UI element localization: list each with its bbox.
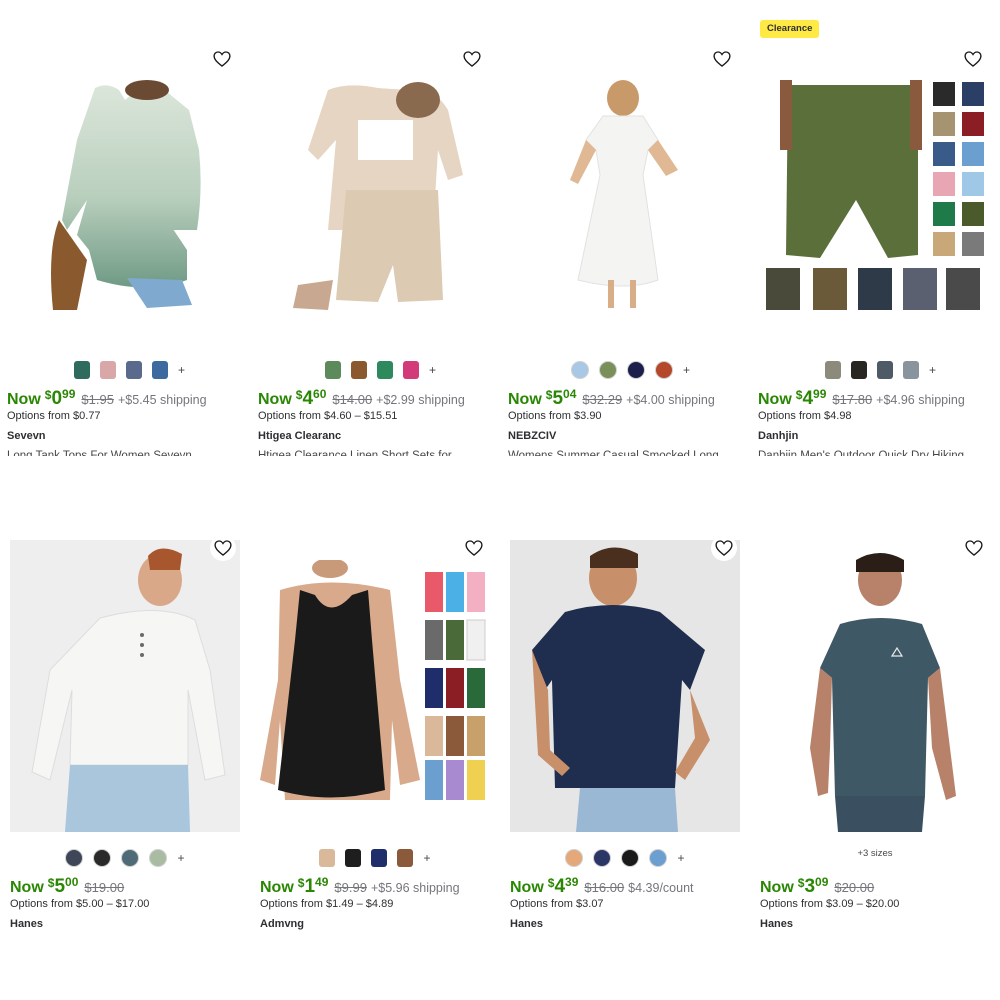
unit-price: $4.39/count: [628, 881, 694, 895]
price-cents: 49: [315, 875, 329, 889]
color-swatch[interactable]: [345, 849, 362, 867]
sizes-count[interactable]: +3 sizes: [760, 848, 990, 859]
price-cents: 39: [565, 875, 579, 889]
product-card[interactable]: + Now $ 1 49 $9.99 +$5.96 shipping Optio…: [260, 0, 505, 1000]
favorite-heart-icon[interactable]: [461, 535, 487, 561]
currency-symbol: $: [797, 876, 805, 890]
was-price: $16.00: [584, 880, 625, 895]
product-image[interactable]: [510, 540, 740, 832]
options-text: Options from $5.00 – $17.00: [10, 898, 150, 910]
price-whole: 1: [304, 876, 316, 897]
price-cents: 00: [65, 875, 79, 889]
currency-symbol: $: [47, 876, 55, 890]
color-swatches: +: [260, 849, 490, 867]
color-swatch[interactable]: [121, 849, 140, 867]
favorite-heart-icon[interactable]: [961, 535, 987, 561]
shipping-price: +$5.96 shipping: [370, 881, 460, 895]
color-swatch[interactable]: [65, 849, 84, 867]
favorite-heart-icon[interactable]: [210, 535, 236, 561]
brand-name: Admvng: [260, 918, 304, 930]
color-swatch[interactable]: [319, 849, 336, 867]
was-price: $20.00: [834, 880, 875, 895]
price-whole: 4: [554, 876, 566, 897]
options-text: Options from $3.09 – $20.00: [760, 898, 900, 910]
more-swatches[interactable]: +: [423, 851, 430, 865]
price-row: Now $ 4 39 $16.00 $4.39/count: [510, 875, 694, 898]
currency-symbol: $: [547, 876, 555, 890]
price-prefix: Now: [10, 879, 44, 896]
product-grid: + Now $ 0 99 $1.95 +$5.45 shipping Optio…: [0, 0, 1000, 1000]
color-swatches: +: [510, 849, 740, 867]
product-card[interactable]: + Now $ 5 00 $19.00 Options from $5.00 –…: [10, 0, 255, 1000]
color-swatches: +: [10, 849, 240, 867]
product-card[interactable]: + Now $ 4 39 $16.00 $4.39/count Options …: [510, 0, 755, 1000]
more-swatches[interactable]: +: [177, 851, 184, 865]
color-swatch[interactable]: [593, 849, 612, 867]
more-swatches[interactable]: +: [677, 851, 684, 865]
options-text: Options from $1.49 – $4.89: [260, 898, 394, 910]
brand-name: Hanes: [760, 918, 794, 930]
price-prefix: Now: [260, 879, 294, 896]
color-swatch[interactable]: [397, 849, 414, 867]
color-swatch[interactable]: [149, 849, 168, 867]
product-card[interactable]: +3 sizes Now $ 3 09 $20.00 Options from …: [760, 0, 1000, 1000]
was-price: $19.00: [84, 880, 125, 895]
price-whole: 5: [54, 876, 66, 897]
options-text: Options from $3.07: [510, 898, 604, 910]
color-swatch[interactable]: [621, 849, 640, 867]
color-swatch[interactable]: [371, 849, 388, 867]
brand-name: Hanes: [10, 918, 44, 930]
brand-name: Hanes: [510, 918, 544, 930]
price-prefix: Now: [510, 879, 544, 896]
was-price: $9.99: [334, 880, 367, 895]
price-whole: 3: [804, 876, 816, 897]
product-image[interactable]: [260, 558, 490, 805]
product-image[interactable]: [760, 548, 990, 832]
color-swatch[interactable]: [649, 849, 668, 867]
price-row: Now $ 5 00 $19.00: [10, 875, 128, 898]
price-row: Now $ 3 09 $20.00: [760, 875, 878, 898]
price-row: Now $ 1 49 $9.99 +$5.96 shipping: [260, 875, 460, 898]
price-prefix: Now: [760, 879, 794, 896]
price-cents: 09: [815, 875, 829, 889]
favorite-heart-icon[interactable]: [711, 535, 737, 561]
product-image[interactable]: [10, 540, 240, 832]
currency-symbol: $: [297, 876, 305, 890]
color-swatch[interactable]: [93, 849, 112, 867]
color-swatch[interactable]: [565, 849, 584, 867]
